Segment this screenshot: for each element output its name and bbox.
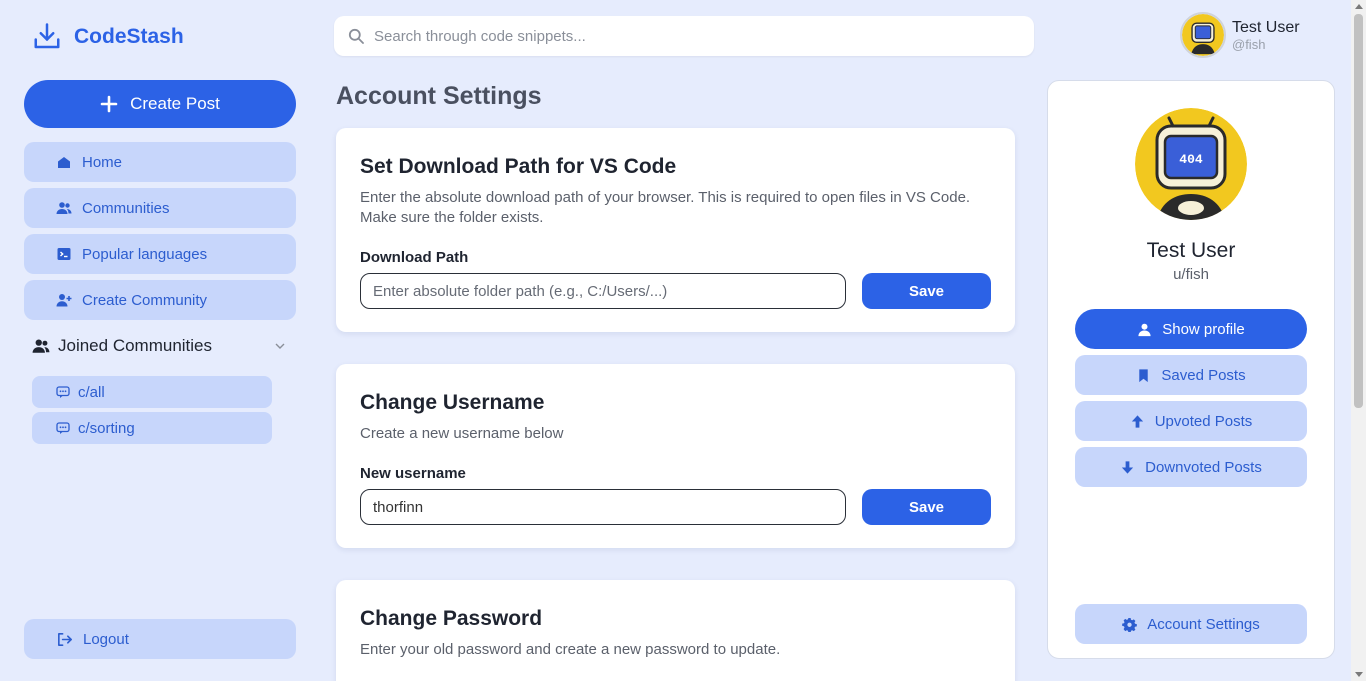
download-path-input[interactable] xyxy=(360,273,846,309)
chat-bubble-icon xyxy=(56,422,70,434)
page-scrollbar[interactable] xyxy=(1351,0,1366,681)
card-title: Change Password xyxy=(360,607,543,630)
field-label: Download Path xyxy=(360,249,469,266)
arrow-down-icon xyxy=(1122,460,1134,474)
profile-panel: 404 Test User u/fish Show profile Saved … xyxy=(1047,80,1335,659)
app-logo[interactable]: CodeStash xyxy=(32,22,184,52)
upvoted-posts-button[interactable]: Upvoted Posts xyxy=(1075,401,1307,441)
search-icon xyxy=(348,28,364,44)
sidebar-item-label: Create Community xyxy=(82,291,208,309)
community-item-sorting[interactable]: c/sorting xyxy=(32,412,272,444)
change-username-card: Change Username Create a new username be… xyxy=(336,364,1015,548)
gear-icon xyxy=(1122,617,1138,632)
bookmark-icon xyxy=(1139,368,1149,382)
avatar[interactable] xyxy=(1180,12,1226,58)
app-name: CodeStash xyxy=(74,25,184,48)
chevron-down-icon xyxy=(275,343,285,349)
card-description: Enter the absolute download path of your… xyxy=(360,189,971,226)
button-label: Upvoted Posts xyxy=(1154,412,1253,430)
user-icon xyxy=(1138,323,1151,336)
community-item-all[interactable]: c/all xyxy=(32,376,272,408)
scroll-down-arrow-icon[interactable] xyxy=(1355,672,1363,677)
sidebar-item-create-community[interactable]: Create Community xyxy=(24,280,296,320)
username-input[interactable] xyxy=(360,489,846,525)
sidebar-item-label: Home xyxy=(82,153,123,171)
downvoted-posts-button[interactable]: Downvoted Posts xyxy=(1075,447,1307,487)
user-plus-icon xyxy=(56,294,72,307)
create-post-button[interactable]: Create Post xyxy=(24,80,296,128)
scroll-up-arrow-icon[interactable] xyxy=(1355,4,1363,9)
community-label: c/all xyxy=(78,383,105,401)
button-label: Saved Posts xyxy=(1161,366,1246,384)
profile-name: Test User xyxy=(1146,239,1236,262)
plus-icon xyxy=(100,95,118,113)
search-input[interactable] xyxy=(374,27,974,45)
robot-avatar-icon xyxy=(1182,14,1224,56)
button-label: Show profile xyxy=(1162,320,1245,338)
profile-avatar: 404 xyxy=(1135,108,1247,220)
account-settings-button[interactable]: Account Settings xyxy=(1075,604,1307,644)
saved-posts-button[interactable]: Saved Posts xyxy=(1075,355,1307,395)
user-handle: @fish xyxy=(1232,36,1266,52)
sidebar-item-communities[interactable]: Communities xyxy=(24,188,296,228)
logout-label: Logout xyxy=(83,630,129,648)
download-tray-icon xyxy=(34,23,60,49)
card-title: Change Username xyxy=(360,391,545,414)
sidebar-item-label: Popular languages xyxy=(82,245,208,263)
change-password-card: Change Password Enter your old password … xyxy=(336,580,1015,681)
button-label: Downvoted Posts xyxy=(1145,458,1262,476)
sidebar-item-home[interactable]: Home xyxy=(24,142,296,182)
profile-handle: u/fish xyxy=(1173,266,1209,283)
user-menu[interactable]: Test User @fish xyxy=(1180,12,1300,58)
avatar-screen-text: 404 xyxy=(1179,152,1203,167)
card-description: Enter your old password and create a new… xyxy=(360,641,781,658)
arrow-up-icon xyxy=(1131,414,1143,428)
button-label: Account Settings xyxy=(1147,615,1260,633)
users-icon xyxy=(56,202,72,214)
sidebar-item-popular-languages[interactable]: Popular languages xyxy=(24,234,296,274)
scrollbar-thumb[interactable] xyxy=(1354,14,1363,408)
terminal-icon xyxy=(57,248,71,260)
home-icon xyxy=(58,157,70,168)
sidebar-item-label: Communities xyxy=(82,199,170,217)
download-path-card: Set Download Path for VS Code Enter the … xyxy=(336,128,1015,332)
show-profile-button[interactable]: Show profile xyxy=(1075,309,1307,349)
card-title: Set Download Path for VS Code xyxy=(360,155,677,178)
logout-button[interactable]: Logout xyxy=(24,619,296,659)
logout-icon xyxy=(58,632,72,646)
users-icon xyxy=(32,339,50,353)
search-bar[interactable] xyxy=(334,16,1034,56)
save-username-button[interactable]: Save xyxy=(862,489,991,525)
create-post-label: Create Post xyxy=(130,94,220,113)
community-label: c/sorting xyxy=(78,419,135,437)
save-download-path-button[interactable]: Save xyxy=(862,273,991,309)
chat-bubble-icon xyxy=(56,386,70,398)
robot-avatar-icon: 404 xyxy=(1135,108,1247,220)
user-name: Test User xyxy=(1232,18,1300,36)
field-label: New username xyxy=(360,465,466,482)
joined-communities-toggle[interactable]: Joined Communities xyxy=(32,334,290,358)
joined-communities-title: Joined Communities xyxy=(58,336,213,355)
page-title: Account Settings xyxy=(336,82,542,110)
card-description: Create a new username below xyxy=(360,425,564,442)
